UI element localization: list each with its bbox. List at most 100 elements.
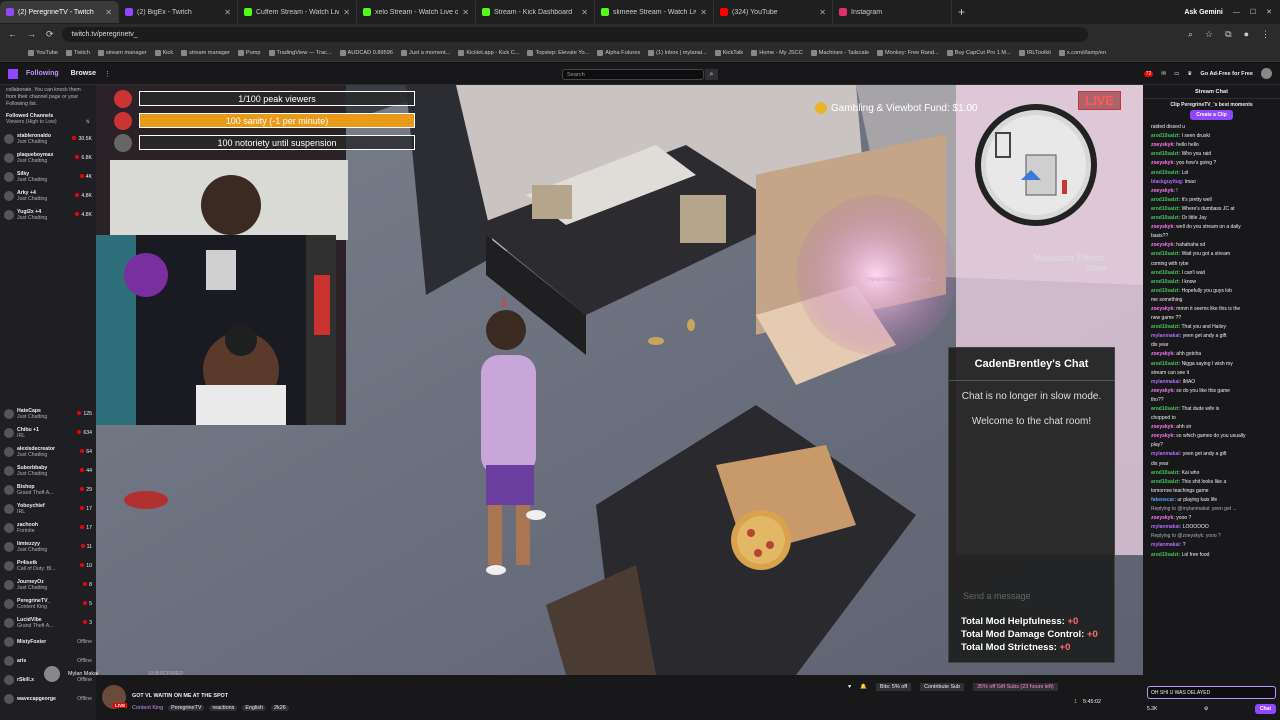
tag[interactable]: reactions xyxy=(209,705,238,711)
sidebar-channel[interactable]: HateCaps Just Chatting 125 xyxy=(0,404,96,423)
bookmark-item[interactable]: Twitch xyxy=(65,50,90,56)
close-icon[interactable]: ✕ xyxy=(105,8,112,17)
sidebar-channel[interactable]: stableronaldo Just Chatting 30.5K xyxy=(0,129,96,148)
chat-username[interactable]: arod10salzt: xyxy=(1151,197,1180,203)
tag[interactable]: English xyxy=(242,705,266,711)
bookmark-item[interactable]: YouTube xyxy=(28,50,58,56)
sidebar-channel[interactable]: Yugi2x +4 Just Chatting 4.8K xyxy=(0,205,96,224)
sort-icon[interactable]: ⇅ xyxy=(86,119,90,125)
bookmark-item[interactable]: Kicklet.app - Kick C... xyxy=(458,50,519,56)
chat-send-button[interactable]: Chat xyxy=(1254,704,1276,714)
chat-username[interactable]: mylanmakai: xyxy=(1151,542,1181,548)
sidebar-channel[interactable]: wavecapgeorge Offline xyxy=(0,689,96,708)
avatar[interactable] xyxy=(1261,68,1272,79)
bookmark-item[interactable]: KickTalk xyxy=(714,50,743,56)
sidebar-channel[interactable]: PeregrineTV_ Content King 5 xyxy=(0,594,96,613)
tab-instagram[interactable]: Instagram xyxy=(833,1,952,23)
bits-button[interactable]: Bits: 5% off xyxy=(875,683,912,691)
chat-username[interactable]: zoeyskyk: xyxy=(1151,224,1175,230)
sidebar-channel[interactable]: alexisdecreator Just Chatting 64 xyxy=(0,442,96,461)
chat-username[interactable]: zoeyskyk: xyxy=(1151,142,1175,148)
more-icon[interactable]: ⋮ xyxy=(104,70,111,78)
close-icon[interactable]: ✕ xyxy=(224,8,231,17)
sidebar-channel[interactable]: Suborbbaby Just Chatting 44 xyxy=(0,461,96,480)
chat-username[interactable]: arod10salzt: xyxy=(1151,406,1180,412)
chat-username[interactable]: zoeyskyk: xyxy=(1151,515,1175,521)
chat-input[interactable]: OH SHI U WAS DELAYED xyxy=(1147,686,1276,699)
bookmark-item[interactable]: Monkey: Free Rand... xyxy=(877,50,939,56)
sidebar-channel[interactable]: Arky +4 Just Chatting 4.8K xyxy=(0,186,96,205)
chat-username[interactable]: arod10salzt: xyxy=(1151,215,1180,221)
popup-message-input[interactable]: Send a message xyxy=(959,591,1106,605)
bookmark-item[interactable]: Buy CapCut Pro 1 M... xyxy=(946,50,1011,56)
close-icon[interactable]: ✕ xyxy=(581,8,588,17)
chat-icon[interactable]: ▭ xyxy=(1174,71,1179,77)
chat-username[interactable]: zoeyskyk: xyxy=(1151,424,1175,430)
search-icon[interactable]: ⌕ xyxy=(705,69,718,80)
sidebar-channel[interactable]: zachooh Fortnite 17 xyxy=(0,518,96,537)
chat-username[interactable]: arod10salzt: xyxy=(1151,479,1180,485)
tab-kick-dashboard[interactable]: Stream - Kick Dashboard ✕ xyxy=(476,1,595,23)
close-icon[interactable]: ✕ xyxy=(700,8,707,17)
extensions-icon[interactable]: ⧉ xyxy=(1225,29,1231,40)
chat-username[interactable]: arod10salzt: xyxy=(1151,279,1180,285)
bookmark-item[interactable]: x.com/i/lamp/en xyxy=(1058,50,1106,56)
chat-username[interactable]: mylanmakai: xyxy=(1151,379,1181,385)
chat-username[interactable]: arod10salzt: xyxy=(1151,133,1180,139)
tab-peregrinetv[interactable]: (2) PeregrineTV - Twitch ✕ xyxy=(0,1,119,23)
sidebar-channel[interactable]: Chibu +1 IRL 634 xyxy=(0,423,96,442)
bookmark-item[interactable]: stream manager xyxy=(97,50,147,56)
bookmark-item[interactable]: Pump xyxy=(237,50,261,56)
bookmark-item[interactable]: stream manager xyxy=(181,50,230,56)
close-window-icon[interactable]: ✕ xyxy=(1266,8,1272,16)
ad-free-button[interactable]: Go Ad-Free for Free xyxy=(1200,71,1253,77)
crown-icon[interactable]: ♛ xyxy=(1187,71,1192,77)
sidebar-channel[interactable]: JourneyOz Just Chatting 8 xyxy=(0,575,96,594)
search-input[interactable]: Search xyxy=(562,69,704,80)
reload-icon[interactable]: ⟳ xyxy=(46,29,54,40)
following-link[interactable]: Following xyxy=(26,70,59,77)
chat-username[interactable]: arod10salzt: xyxy=(1151,270,1180,276)
bookmark-item[interactable]: Topstep: Elevate Yo... xyxy=(527,50,589,56)
maximize-icon[interactable]: ☐ xyxy=(1250,8,1256,16)
stream-category[interactable]: Content King xyxy=(132,705,163,711)
sidebar-channel[interactable]: Pr4isetk Call of Duty: Bl... 10 xyxy=(0,556,96,575)
new-tab-icon[interactable]: + xyxy=(952,5,971,19)
contribute-sub-button[interactable]: Contribute Sub xyxy=(920,683,965,691)
sidebar-channel[interactable]: Silky Just Chatting 4K xyxy=(0,167,96,186)
gift-subs-button[interactable]: 35% off Gift Subs (23 hours left) xyxy=(973,683,1058,691)
tab-xelo[interactable]: xelo Stream - Watch Live on Ki ✕ xyxy=(357,1,476,23)
close-icon[interactable]: ✕ xyxy=(462,8,469,17)
bookmark-item[interactable]: TradingView — Trac... xyxy=(268,50,332,56)
video-player[interactable]: 1/100 peak viewers 100 sanity (-1 per mi… xyxy=(96,85,1143,675)
notify-bell-icon[interactable]: 🔔 xyxy=(860,684,867,690)
chat-username[interactable]: zoeyskyk: xyxy=(1151,388,1175,394)
sidebar-channel[interactable]: Yoboychief IRL 17 xyxy=(0,499,96,518)
close-icon[interactable]: ✕ xyxy=(343,8,350,17)
bookmark-item[interactable]: IRLToolkit xyxy=(1018,50,1051,56)
chat-username[interactable]: arod10salzt: xyxy=(1151,470,1180,476)
sidebar-channel[interactable]: MistyFoster Offline xyxy=(0,632,96,651)
chat-username[interactable]: arod10salzt: xyxy=(1151,251,1180,257)
chat-username[interactable]: zoeyskyk: xyxy=(1151,242,1175,248)
chat-username[interactable]: arod10salzt: xyxy=(1151,288,1180,294)
zoom-icon[interactable]: ⌕ xyxy=(1188,29,1193,40)
menu-icon[interactable]: ⋮ xyxy=(1261,29,1270,40)
minimize-icon[interactable]: — xyxy=(1233,9,1240,16)
sidebar-channel[interactable]: Bishop Grand Theft A... 29 xyxy=(0,480,96,499)
bookmark-item[interactable]: Alpha Futures xyxy=(597,50,640,56)
chat-username[interactable]: zoeyskyk: xyxy=(1151,306,1175,312)
chat-username[interactable]: zoeyskyk: xyxy=(1151,351,1175,357)
heart-icon[interactable]: ♥ xyxy=(848,684,851,690)
bookmark-item[interactable]: Just a moment... xyxy=(400,50,450,56)
sidebar-channel[interactable]: plaqueboymax Just Chatting 6.8K xyxy=(0,148,96,167)
bookmark-item[interactable]: Kick xyxy=(154,50,173,56)
bookmark-item[interactable]: AUDCAD 0.89596 xyxy=(339,50,393,56)
chat-username[interactable]: mylanmakai: xyxy=(1151,451,1181,457)
ask-gemini-button[interactable]: Ask Gemini xyxy=(1184,9,1223,16)
chat-username[interactable]: arod10salzt: xyxy=(1151,361,1180,367)
profile-icon[interactable]: ● xyxy=(1244,29,1249,40)
chat-username[interactable]: arod10salzt: xyxy=(1151,552,1180,558)
tab-youtube[interactable]: (324) YouTube ✕ xyxy=(714,1,833,23)
tag[interactable]: 2k26 xyxy=(271,705,289,711)
